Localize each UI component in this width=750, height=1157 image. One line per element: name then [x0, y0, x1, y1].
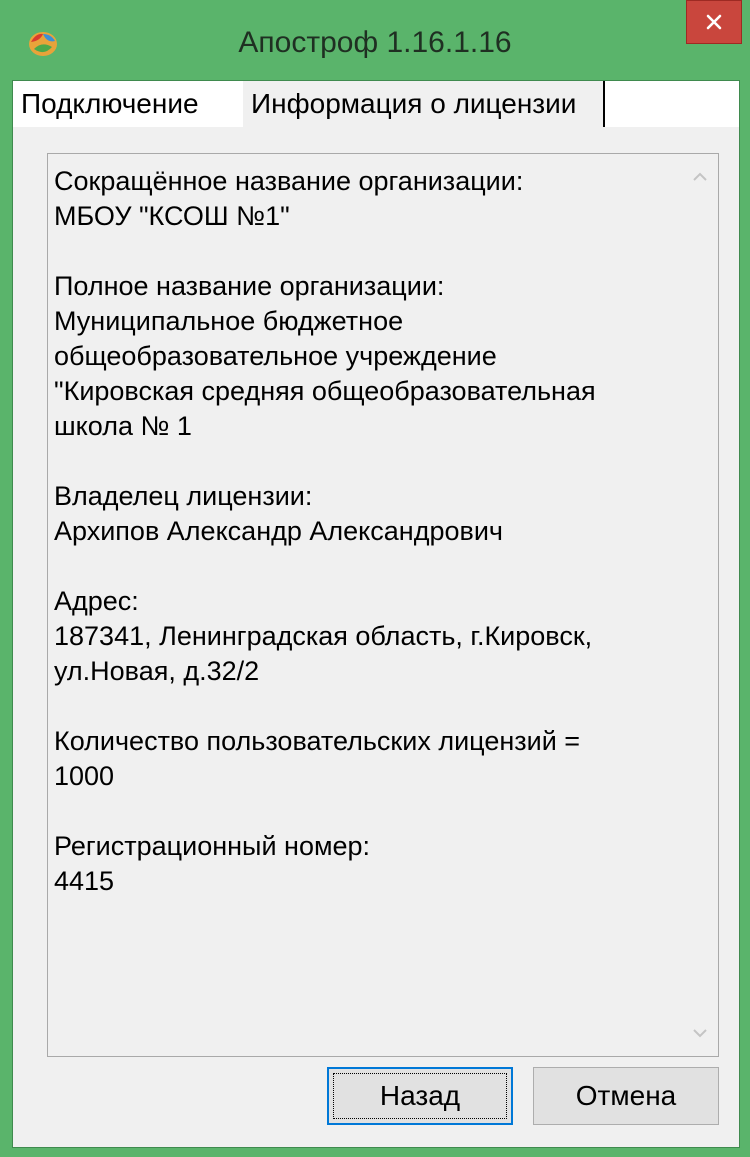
- back-button[interactable]: Назад: [327, 1067, 513, 1125]
- app-window: Апостроф 1.16.1.16 Подключение Информаци…: [0, 0, 750, 1157]
- full-name-line-2: общеобразовательное учреждение: [54, 341, 497, 371]
- short-name-label: Сокращённое название организации:: [54, 166, 524, 196]
- owner-value: Архипов Александр Александрович: [54, 516, 503, 546]
- window-title: Апостроф 1.16.1.16: [238, 26, 512, 59]
- scroll-down-arrow-icon[interactable]: [690, 1026, 710, 1040]
- back-button-label: Назад: [379, 1080, 461, 1111]
- license-info-text: Сокращённое название организации: МБОУ "…: [54, 164, 674, 899]
- cancel-button[interactable]: Отмена: [533, 1067, 719, 1125]
- full-name-line-4: школа № 1: [54, 411, 192, 441]
- address-label: Адрес:: [54, 586, 139, 616]
- licenses-count-value: 1000: [54, 761, 115, 791]
- full-name-line-1: Муниципальное бюджетное: [54, 306, 404, 336]
- tab-connection[interactable]: Подключение: [13, 81, 243, 127]
- registration-number-value: 4415: [54, 866, 115, 896]
- full-name-line-3: "Кировская средняя общеобразовательная: [54, 376, 596, 406]
- close-icon: [705, 13, 723, 31]
- cancel-button-label: Отмена: [575, 1080, 677, 1111]
- address-line-1: 187341, Ленинградская область, г.Кировск…: [54, 621, 593, 651]
- close-button[interactable]: [686, 0, 742, 44]
- title-bar[interactable]: Апостроф 1.16.1.16: [0, 0, 750, 80]
- licenses-count-label: Количество пользовательских лицензий =: [54, 726, 581, 756]
- license-info-textbox[interactable]: Сокращённое название организации: МБОУ "…: [47, 153, 719, 1057]
- tab-license-info[interactable]: Информация о лицензии: [243, 81, 605, 127]
- dialog-client-area: Подключение Информация о лицензии Сокращ…: [12, 80, 740, 1148]
- address-line-2: ул.Новая, д.32/2: [54, 656, 260, 686]
- short-name-value: МБОУ "КСОШ №1": [54, 201, 290, 231]
- scroll-up-arrow-icon[interactable]: [690, 170, 710, 184]
- full-name-label: Полное название организации:: [54, 271, 445, 301]
- registration-number-label: Регистрационный номер:: [54, 831, 371, 861]
- tab-strip: Подключение Информация о лицензии: [13, 81, 739, 127]
- owner-label: Владелец лицензии:: [54, 481, 313, 511]
